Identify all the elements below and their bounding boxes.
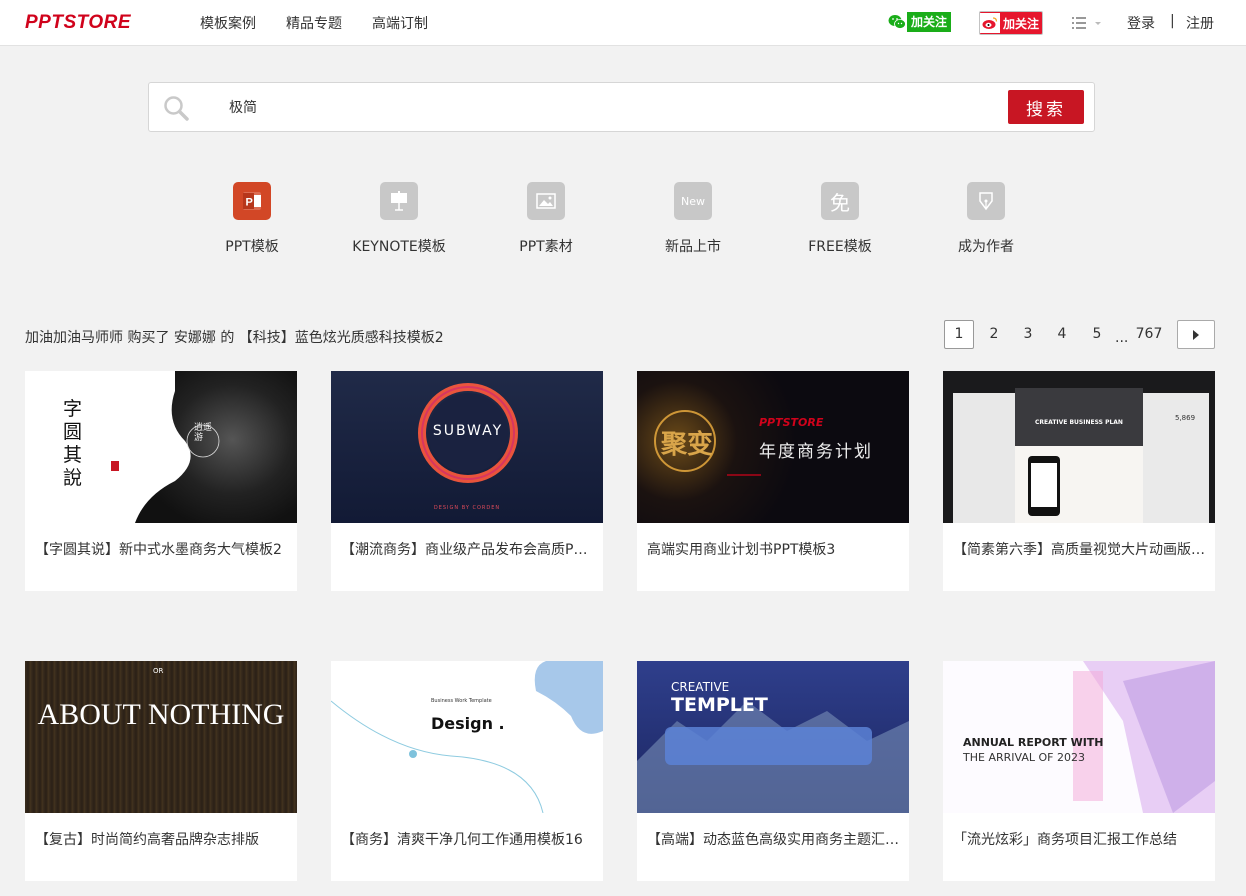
thumb-title: ANNUAL REPORT WITH [963, 736, 1104, 749]
card-title[interactable]: 【简素第六季】高质量视觉大片动画版PPT模板 [953, 539, 1205, 559]
page-5[interactable]: 5 [1088, 320, 1106, 349]
category-label: PPT模板 [225, 239, 279, 255]
wechat-follow-label: 加关注 [907, 12, 952, 32]
search-button[interactable]: 搜索 [1008, 90, 1084, 124]
thumb-subtitle: DESIGN BY CORDEN [433, 505, 501, 511]
card-thumbnail[interactable]: 字圆其說 逍遥游 [25, 371, 297, 523]
page-last[interactable]: 767 [1134, 320, 1164, 349]
weibo-icon [980, 13, 1000, 33]
category-become-author[interactable]: 成为作者 [926, 182, 1046, 256]
nav-custom[interactable]: 高端订制 [372, 13, 428, 33]
thumb-subtitle: 年度商务计划 [759, 442, 873, 462]
template-card[interactable]: ANNUAL REPORT WITH THE ARRIVAL OF 2023 「… [943, 661, 1215, 881]
login-link[interactable]: 登录 [1127, 13, 1155, 33]
auth-divider: | [1170, 13, 1175, 29]
list-menu-icon[interactable] [1072, 15, 1102, 29]
template-card[interactable]: CREATIVE BUSINESS PLAN 5,869 【简素第六季】高质量视… [943, 371, 1215, 591]
card-thumbnail[interactable]: SUBWAY DESIGN BY CORDEN [331, 371, 603, 523]
category-ppt-templates[interactable]: P PPT模板 [192, 182, 312, 256]
wechat-follow-button[interactable]: 加关注 [887, 11, 957, 33]
weibo-follow-button[interactable]: 加关注 [979, 11, 1043, 35]
purchase-ticker: 加油加油马师师 购买了 安娜娜 的 【科技】蓝色炫光质感科技模板2 [25, 330, 444, 346]
category-label: 成为作者 [958, 239, 1014, 255]
page-2[interactable]: 2 [985, 320, 1003, 349]
thumb-title: TEMPLET [671, 694, 768, 716]
weibo-follow-label: 加关注 [1003, 16, 1040, 31]
pen-nib-icon [967, 182, 1005, 220]
category-free-templates[interactable]: 免 FREE模板 [780, 182, 900, 256]
thumb-title: 聚变 [661, 430, 714, 460]
image-icon [527, 182, 565, 220]
category-label: FREE模板 [808, 239, 872, 255]
category-label: KEYNOTE模板 [352, 239, 446, 255]
category-label: 新品上市 [665, 239, 721, 255]
thumb-title: ABOUT NOTHING [37, 698, 285, 731]
thumb-subtitle: THE ARRIVAL OF 2023 [963, 751, 1085, 764]
card-thumbnail[interactable]: ABOUT NOTHING OR [25, 661, 297, 813]
page-4[interactable]: 4 [1053, 320, 1071, 349]
card-title[interactable]: 【复古】时尚简约高奢品牌杂志排版 [35, 829, 287, 849]
nav-templates[interactable]: 模板案例 [200, 13, 256, 33]
page-3[interactable]: 3 [1019, 320, 1037, 349]
page-1[interactable]: 1 [944, 320, 974, 349]
card-thumbnail[interactable]: ANNUAL REPORT WITH THE ARRIVAL OF 2023 [943, 661, 1215, 813]
free-icon: 免 [821, 182, 859, 220]
card-thumbnail[interactable]: 聚变 年度商务计划 PPTSTORE [637, 371, 909, 523]
card-title[interactable]: 「流光炫彩」商务项目汇报工作总结 [953, 829, 1205, 849]
card-title[interactable]: 高端实用商业计划书PPT模板3 [647, 539, 899, 559]
caret-right-icon [1193, 329, 1199, 340]
card-thumbnail[interactable]: CREATIVE BUSINESS PLAN 5,869 [943, 371, 1215, 523]
site-logo[interactable]: PPTSTORE [25, 12, 131, 34]
category-keynote-templates[interactable]: KEYNOTE模板 [339, 182, 459, 256]
thumb-brand-logo: PPTSTORE [759, 416, 824, 429]
wechat-icon [887, 11, 907, 33]
card-title[interactable]: 【高端】动态蓝色高级实用商务主题汇报模板 [647, 829, 899, 849]
card-title[interactable]: 【潮流商务】商业级产品发布会高质PPT模板 [341, 539, 593, 559]
category-new-arrivals[interactable]: New 新品上市 [633, 182, 753, 256]
template-card[interactable]: 聚变 年度商务计划 PPTSTORE 高端实用商业计划书PPT模板3 [637, 371, 909, 591]
thumb-subtitle: Business Work Template [431, 698, 492, 704]
svg-text:P: P [246, 197, 253, 209]
thumb-stat: 5,869 [1175, 414, 1196, 422]
thumb-logo: OR [153, 667, 164, 675]
nav-featured[interactable]: 精品专题 [286, 13, 342, 33]
thumb-title: SUBWAY [432, 423, 504, 439]
thumb-title: CREATIVE BUSINESS PLAN [1035, 419, 1123, 426]
keynote-icon [380, 182, 418, 220]
card-thumbnail[interactable]: CREATIVE TEMPLET [637, 661, 909, 813]
card-title[interactable]: 【商务】清爽干净几何工作通用模板16 [341, 829, 593, 849]
card-thumbnail[interactable]: Design . Business Work Template [331, 661, 603, 813]
thumb-subtitle: CREATIVE [671, 680, 730, 694]
search-bar: 搜索 [148, 82, 1095, 132]
template-card[interactable]: CREATIVE TEMPLET 【高端】动态蓝色高级实用商务主题汇报模板 [637, 661, 909, 881]
card-title[interactable]: 【字圆其说】新中式水墨商务大气模板2 [35, 539, 287, 559]
category-ppt-assets[interactable]: PPT素材 [486, 182, 606, 256]
page-ellipsis: ... [1115, 330, 1129, 346]
template-card[interactable]: SUBWAY DESIGN BY CORDEN 【潮流商务】商业级产品发布会高质… [331, 371, 603, 591]
template-card[interactable]: ABOUT NOTHING OR 【复古】时尚简约高奢品牌杂志排版 [25, 661, 297, 881]
category-label: PPT素材 [519, 239, 573, 255]
thumb-title: Design . [431, 714, 505, 733]
search-icon [163, 95, 189, 121]
register-link[interactable]: 注册 [1186, 13, 1214, 33]
next-page-button[interactable] [1177, 320, 1215, 349]
top-header: PPTSTORE 模板案例 精品专题 高端订制 加关注 加关注 登录 | 注册 [0, 0, 1246, 46]
template-card[interactable]: 字圆其說 逍遥游 【字圆其说】新中式水墨商务大气模板2 [25, 371, 297, 591]
template-card[interactable]: Design . Business Work Template 【商务】清爽干净… [331, 661, 603, 881]
powerpoint-icon: P [233, 182, 271, 220]
search-input[interactable] [229, 95, 929, 119]
thumb-calligraphy-title: 字圆其說 [63, 398, 83, 489]
thumb-seal-text: 逍遥游 [194, 423, 213, 443]
new-badge-icon: New [674, 182, 712, 220]
